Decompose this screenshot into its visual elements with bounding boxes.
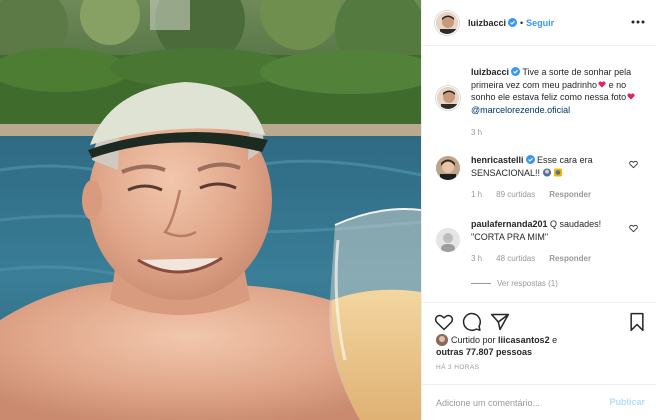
commenter-avatar[interactable] — [436, 228, 460, 252]
heart-icon[interactable] — [434, 312, 454, 332]
caption-username[interactable]: luizbacci — [471, 67, 509, 77]
small-heart-icon[interactable] — [629, 160, 638, 169]
header-line: luizbacci • Seguir — [468, 18, 554, 28]
red-heart-emoji-icon — [598, 80, 606, 88]
verified-badge-icon — [525, 155, 535, 164]
caption-avatar-image — [437, 87, 459, 109]
liker-avatar-image — [436, 334, 448, 346]
publish-button[interactable]: Publicar — [609, 397, 645, 407]
author-avatar-image — [436, 12, 458, 34]
post-photo-image — [0, 0, 421, 420]
comments-list[interactable]: luizbacci Tive a sorte de sonhar pela pr… — [422, 46, 656, 302]
liker-avatar[interactable] — [436, 334, 448, 346]
comment-input[interactable] — [436, 395, 596, 411]
comment-likes[interactable]: 89 curtidas — [496, 190, 535, 199]
caption-mention-link[interactable]: @marcelorezende.oficial — [471, 105, 570, 115]
caption-meta: 3 h — [471, 128, 496, 137]
comment-text: paulafernanda201 Q saudades! "CORTA PRA … — [471, 218, 631, 243]
caption-avatar[interactable] — [436, 86, 460, 110]
comment-icon[interactable] — [462, 312, 482, 332]
red-heart-emoji-icon — [627, 93, 635, 100]
replies-line — [471, 283, 491, 285]
comment-time[interactable]: 1 h — [471, 190, 482, 199]
follow-button[interactable]: Seguir — [526, 18, 554, 28]
view-replies-label: Ver respostas (1) — [497, 279, 558, 288]
emoji-icon — [553, 167, 563, 177]
likes-summary: Curtido por liicasantos2 e outras 77.807… — [436, 334, 651, 358]
verified-badge-icon — [508, 18, 518, 27]
liker-username[interactable]: liicasantos2 — [498, 335, 550, 345]
separator-dot: • — [520, 18, 524, 28]
comment-text: henricastelli Esse cara era SENSACIONAL!… — [471, 154, 631, 179]
likes-prefix: Curtido por — [451, 335, 496, 345]
commenter-avatar[interactable] — [436, 156, 460, 180]
commenter-username[interactable]: henricastelli — [471, 155, 524, 165]
verified-badge-icon — [511, 67, 521, 76]
add-comment-bar: Publicar — [422, 384, 656, 420]
comment-likes[interactable]: 48 curtidas — [496, 254, 535, 263]
comment-time[interactable]: 3 h — [471, 254, 482, 263]
reply-button[interactable]: Responder — [549, 254, 591, 263]
share-icon[interactable] — [490, 312, 510, 332]
comment-item: paulafernanda201 Q saudades! "CORTA PRA … — [436, 216, 646, 266]
caption-text: luizbacci Tive a sorte de sonhar pela pr… — [471, 66, 641, 116]
emoji-icon — [542, 167, 552, 177]
small-heart-icon[interactable] — [629, 224, 638, 233]
post-photo[interactable] — [0, 0, 421, 420]
author-username[interactable]: luizbacci — [468, 18, 506, 28]
author-avatar[interactable] — [435, 11, 459, 35]
post-timestamp[interactable]: HÁ 3 HORAS — [436, 364, 479, 371]
view-replies-button[interactable]: Ver respostas (1) — [471, 279, 558, 288]
comment-item: henricastelli Esse cara era SENSACIONAL!… — [436, 152, 646, 202]
caption: luizbacci Tive a sorte de sonhar pela pr… — [436, 60, 646, 140]
comment-meta: 1 h 89 curtidas Responder — [471, 190, 605, 199]
bookmark-icon[interactable] — [627, 312, 647, 332]
more-options-icon[interactable] — [631, 17, 645, 27]
caption-time[interactable]: 3 h — [471, 128, 482, 137]
commenter-username[interactable]: paulafernanda201 — [471, 219, 548, 229]
commenter-avatar-image — [436, 156, 460, 180]
likes-others[interactable]: outras 77.807 pessoas — [436, 347, 532, 357]
post-side-panel: luizbacci • Seguir luizbacci Tive a sorte … — [421, 0, 656, 420]
commenter-avatar-image — [436, 228, 460, 252]
reply-button[interactable]: Responder — [549, 190, 591, 199]
likes-and: e — [552, 335, 558, 345]
comment-meta: 3 h 48 curtidas Responder — [471, 254, 605, 263]
post-header: luizbacci • Seguir — [422, 0, 656, 46]
